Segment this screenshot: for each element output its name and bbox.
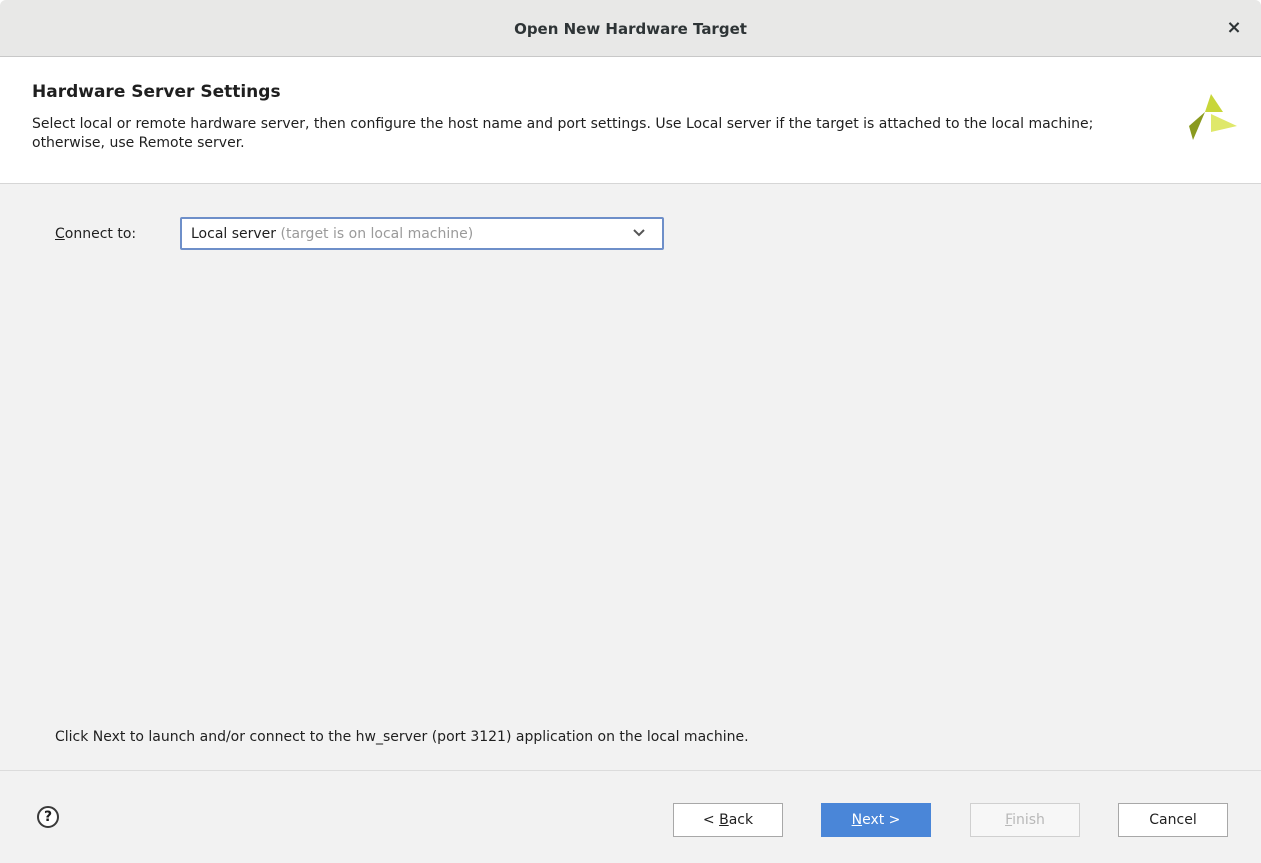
connect-to-label-text: onnect to:: [64, 226, 137, 242]
page-title: Hardware Server Settings: [32, 82, 281, 102]
info-message: Click Next to launch and/or connect to t…: [55, 729, 749, 745]
next-mnemonic: N: [851, 812, 863, 828]
chevron-down-icon: [633, 229, 645, 237]
connect-to-label: Connect to:: [55, 226, 136, 242]
connect-to-selected-value: Local server (target is on local machine…: [191, 226, 473, 242]
selected-server-hint: (target is on local machine): [280, 226, 474, 242]
connect-to-select[interactable]: Local server (target is on local machine…: [180, 217, 664, 250]
back-button[interactable]: < Back: [673, 803, 783, 837]
page-description: Select local or remote hardware server, …: [32, 116, 1094, 151]
back-mnemonic: B: [719, 812, 729, 828]
next-label: ext >: [862, 812, 901, 828]
xilinx-logo-icon: [1189, 94, 1237, 140]
title-bar: Open New Hardware Target ×: [0, 0, 1261, 57]
back-label: ack: [728, 812, 754, 828]
connect-to-mnemonic: C: [55, 226, 65, 242]
next-button[interactable]: Next >: [821, 803, 931, 837]
close-icon[interactable]: ×: [1225, 19, 1243, 37]
finish-button[interactable]: Finish: [970, 803, 1080, 837]
back-prefix: <: [702, 812, 720, 828]
open-hardware-target-dialog: Open New Hardware Target × Hardware Serv…: [0, 0, 1261, 863]
dialog-title: Open New Hardware Target: [514, 20, 747, 38]
header-panel: Hardware Server Settings Select local or…: [0, 57, 1261, 184]
help-button[interactable]: ?: [37, 806, 59, 828]
cancel-button[interactable]: Cancel: [1118, 803, 1228, 837]
selected-server-name: Local server: [191, 226, 277, 242]
finish-label: inish: [1012, 812, 1045, 828]
settings-panel: Connect to: Local server (target is on l…: [0, 184, 1261, 770]
button-bar: ? < Back Next > Finish Cancel: [0, 770, 1261, 863]
